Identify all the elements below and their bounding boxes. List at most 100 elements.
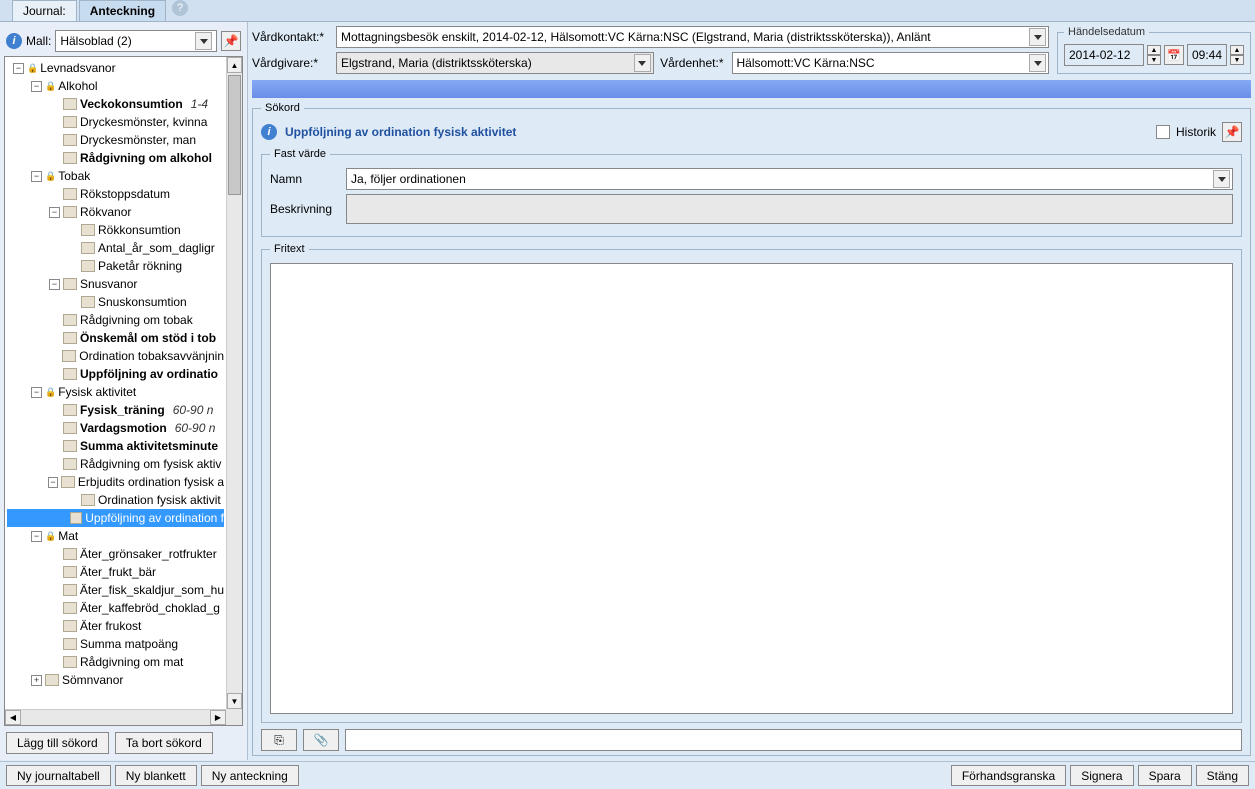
tree-label: Rådgivning om fysisk aktiv	[80, 457, 221, 471]
tree-label: Rådgivning om mat	[80, 655, 183, 669]
tree-node[interactable]: Snuskonsumtion	[7, 293, 224, 311]
help-icon[interactable]: ?	[172, 0, 188, 16]
tree-node[interactable]: Ordination fysisk aktivit	[7, 491, 224, 509]
attachment-button[interactable]: 📎	[303, 729, 339, 751]
tree-node[interactable]: Summa aktivitetsminute	[7, 437, 224, 455]
tree-node[interactable]: −🔒Mat	[7, 527, 224, 545]
tree-node[interactable]: Äter_fisk_skaldjur_som_hu	[7, 581, 224, 599]
tree-node[interactable]: Rådgivning om mat	[7, 653, 224, 671]
tree-node[interactable]: Ordination tobaksavvänjnin	[7, 347, 224, 365]
tree-node[interactable]: −🔒Fysisk aktivitet	[7, 383, 224, 401]
collapse-icon[interactable]: −	[49, 279, 60, 290]
tree-node[interactable]: Dryckesmönster, man	[7, 131, 224, 149]
time-spinner[interactable]: ▲▼	[1230, 45, 1244, 65]
tree-node[interactable]: −🔒Levnadsvanor	[7, 59, 224, 77]
tree-node[interactable]: Uppföljning av ordinatio	[7, 365, 224, 383]
date-spinner[interactable]: ▲▼	[1147, 45, 1161, 65]
tree-node[interactable]: Önskemål om stöd i tob	[7, 329, 224, 347]
tab-bar: Journal: Anteckning ?	[0, 0, 1255, 22]
collapse-icon[interactable]: −	[31, 387, 42, 398]
tree-node[interactable]: Äter_kaffebröd_choklad_g	[7, 599, 224, 617]
collapse-icon[interactable]: −	[31, 81, 42, 92]
tree-node[interactable]: Vardagsmotion60-90 n	[7, 419, 224, 437]
ny-journaltabell-button[interactable]: Ny journaltabell	[6, 765, 111, 786]
tab-journal[interactable]: Journal:	[12, 0, 77, 21]
info-icon[interactable]: i	[6, 33, 22, 49]
ny-blankett-button[interactable]: Ny blankett	[115, 765, 197, 786]
tree-node[interactable]: +Sömnvanor	[7, 671, 224, 689]
calendar-icon[interactable]: 📅	[1164, 45, 1184, 65]
document-icon	[63, 98, 77, 110]
collapse-icon[interactable]: −	[49, 207, 60, 218]
forhandsgranska-button[interactable]: Förhandsgranska	[951, 765, 1066, 786]
attach-input[interactable]	[345, 729, 1242, 751]
document-icon	[63, 332, 77, 344]
tree-node[interactable]: Veckokonsumtion1-4	[7, 95, 224, 113]
collapse-icon[interactable]: −	[48, 477, 59, 488]
time-input[interactable]: 09:44	[1187, 44, 1227, 66]
signera-button[interactable]: Signera	[1070, 765, 1133, 786]
pin-icon[interactable]: 📌	[1222, 122, 1242, 142]
collapse-icon[interactable]: −	[13, 63, 24, 74]
beskrivning-label: Beskrivning	[270, 202, 336, 216]
namn-select[interactable]: Ja, följer ordinationen	[346, 168, 1233, 190]
document-icon	[63, 548, 77, 560]
pin-icon[interactable]: 📌	[221, 31, 241, 51]
historik-checkbox[interactable]	[1156, 125, 1170, 139]
tree-node[interactable]: Antal_år_som_dagligr	[7, 239, 224, 257]
tree-node[interactable]: Dryckesmönster, kvinna	[7, 113, 224, 131]
tree-label: Dryckesmönster, man	[80, 133, 196, 147]
vardgivare-select[interactable]: Elgstrand, Maria (distriktssköterska)	[336, 52, 654, 74]
scrollbar-horizontal[interactable]: ◀ ▶	[5, 709, 226, 725]
tree-label: Uppföljning av ordination f	[85, 511, 224, 525]
spara-button[interactable]: Spara	[1138, 765, 1192, 786]
vardkontakt-select[interactable]: Mottagningsbesök enskilt, 2014-02-12, Hä…	[336, 26, 1049, 48]
tree-node[interactable]: Rådgivning om alkohol	[7, 149, 224, 167]
mall-select[interactable]: Hälsoblad (2)	[55, 30, 217, 52]
remove-sokord-button[interactable]: Ta bort sökord	[115, 732, 213, 754]
vardenhet-select[interactable]: Hälsomott:VC Kärna:NSC	[732, 52, 1050, 74]
add-sokord-button[interactable]: Lägg till sökord	[6, 732, 109, 754]
tree-node[interactable]: −Snusvanor	[7, 275, 224, 293]
tree[interactable]: −🔒Levnadsvanor−🔒AlkoholVeckokonsumtion1-…	[5, 57, 226, 691]
ny-anteckning-button[interactable]: Ny anteckning	[201, 765, 299, 786]
tree-label: Äter_kaffebröd_choklad_g	[80, 601, 220, 615]
document-icon	[81, 494, 95, 506]
lock-icon: 🔒	[45, 531, 56, 542]
lock-icon: 🔒	[45, 387, 56, 398]
tree-node[interactable]: −🔒Alkohol	[7, 77, 224, 95]
fritext-textarea[interactable]	[270, 263, 1233, 714]
chevron-down-icon	[1034, 61, 1042, 66]
tree-node[interactable]: Uppföljning av ordination f	[7, 509, 224, 527]
tab-anteckning[interactable]: Anteckning	[79, 0, 166, 21]
lock-icon: 🔒	[45, 81, 56, 92]
stang-button[interactable]: Stäng	[1196, 765, 1249, 786]
tree-node[interactable]: Äter frukost	[7, 617, 224, 635]
date-input[interactable]: 2014-02-12	[1064, 44, 1144, 66]
collapse-icon[interactable]: −	[31, 171, 42, 182]
scrollbar-vertical[interactable]: ▲ ▼	[226, 57, 242, 709]
tree-label: Äter_grönsaker_rotfrukter	[80, 547, 217, 561]
document-icon	[63, 134, 77, 146]
collapse-icon[interactable]: −	[31, 531, 42, 542]
tree-node[interactable]: Äter_grönsaker_rotfrukter	[7, 545, 224, 563]
link-button[interactable]: ⎘	[261, 729, 297, 751]
tree-node[interactable]: Rökstoppsdatum	[7, 185, 224, 203]
tree-node[interactable]: Summa matpoäng	[7, 635, 224, 653]
tree-node[interactable]: −🔒Tobak	[7, 167, 224, 185]
tree-node[interactable]: −Erbjudits ordination fysisk a	[7, 473, 224, 491]
beskrivning-textarea[interactable]	[346, 194, 1233, 224]
expand-icon[interactable]: +	[31, 675, 42, 686]
document-icon	[63, 458, 77, 470]
tree-node[interactable]: Rökkonsumtion	[7, 221, 224, 239]
tree-node[interactable]: −Rökvanor	[7, 203, 224, 221]
tree-node[interactable]: Fysisk_träning60-90 n	[7, 401, 224, 419]
document-icon	[63, 638, 77, 650]
tree-node[interactable]: Äter_frukt_bär	[7, 563, 224, 581]
info-icon[interactable]: i	[261, 124, 277, 140]
tree-node[interactable]: Paketår rökning	[7, 257, 224, 275]
vardenhet-label: Vårdenhet:*	[658, 56, 728, 70]
tree-node[interactable]: Rådgivning om fysisk aktiv	[7, 455, 224, 473]
tree-node[interactable]: Rådgivning om tobak	[7, 311, 224, 329]
tree-label: Rådgivning om tobak	[80, 313, 193, 327]
